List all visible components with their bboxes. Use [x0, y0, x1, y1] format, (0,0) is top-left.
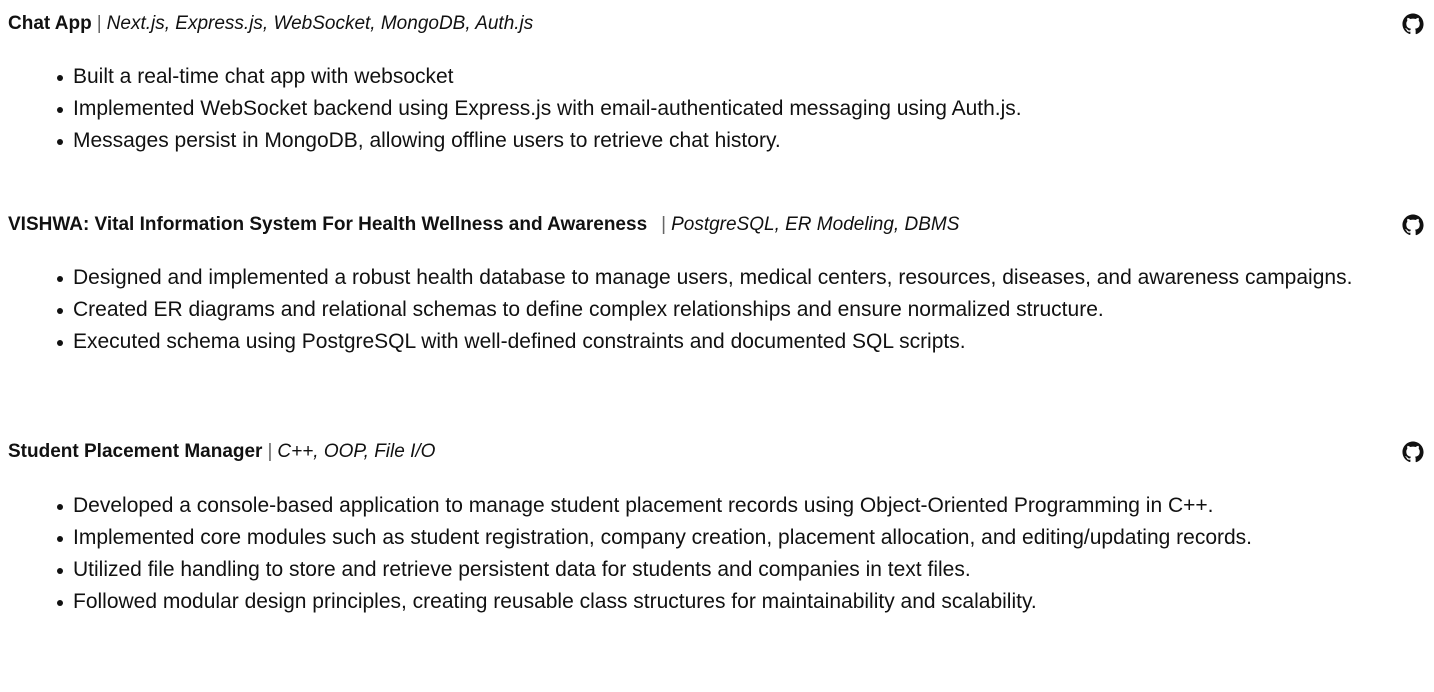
project-header: Student Placement Manager | C++, OOP, File…: [8, 438, 1424, 466]
project-name: Chat App: [8, 13, 92, 34]
bullet-item: Executed schema using PostgreSQL with we…: [8, 327, 1424, 356]
project-header: VISHWA: Vital Information System For Hea…: [8, 211, 1424, 239]
bullet-item: Followed modular design principles, crea…: [8, 587, 1424, 616]
github-icon: [1402, 214, 1424, 236]
bullet-item: Utilized file handling to store and retr…: [8, 555, 1424, 584]
project-name: Student Placement Manager: [8, 441, 263, 462]
bullet-list: Designed and implemented a robust health…: [8, 263, 1424, 356]
bullet-item: Built a real-time chat app with websocke…: [8, 62, 1424, 91]
bullet-item: Designed and implemented a robust health…: [8, 263, 1424, 292]
project-entry-chat-app: Chat App | Next.js, Express.js, WebSocket,…: [8, 10, 1424, 158]
tech-stack: Next.js, Express.js, WebSocket, MongoDB,…: [106, 13, 534, 34]
bullet-list: Built a real-time chat app with websocke…: [8, 62, 1424, 155]
bullet-item: Created ER diagrams and relational schem…: [8, 295, 1424, 324]
tech-stack: C++, OOP, File I/O: [277, 441, 436, 462]
github-link[interactable]: [1402, 13, 1424, 35]
github-link[interactable]: [1402, 214, 1424, 236]
bullet-item: Messages persist in MongoDB, allowing of…: [8, 126, 1424, 155]
project-entry-vishwa: VISHWA: Vital Information System For Hea…: [8, 211, 1424, 359]
github-icon: [1402, 13, 1424, 35]
github-link[interactable]: [1402, 441, 1424, 463]
project-name: VISHWA: Vital Information System For Hea…: [8, 214, 648, 235]
separator: |: [96, 13, 102, 34]
github-icon: [1402, 441, 1424, 463]
project-header: Chat App | Next.js, Express.js, WebSocket,…: [8, 10, 1424, 38]
bullet-item: Developed a console-based application to…: [8, 491, 1424, 520]
separator: |: [661, 214, 667, 235]
separator: |: [267, 441, 273, 462]
bullet-list: Developed a console-based application to…: [8, 491, 1424, 616]
project-entry-student-placement-manager: Student Placement Manager | C++, OOP, File…: [8, 438, 1424, 619]
bullet-item: Implemented WebSocket backend using Expr…: [8, 94, 1424, 123]
bullet-item: Implemented core modules such as student…: [8, 523, 1424, 552]
tech-stack: PostgreSQL, ER Modeling, DBMS: [671, 214, 960, 235]
projects-section: Chat App | Next.js, Express.js, WebSocket,…: [0, 0, 1434, 692]
